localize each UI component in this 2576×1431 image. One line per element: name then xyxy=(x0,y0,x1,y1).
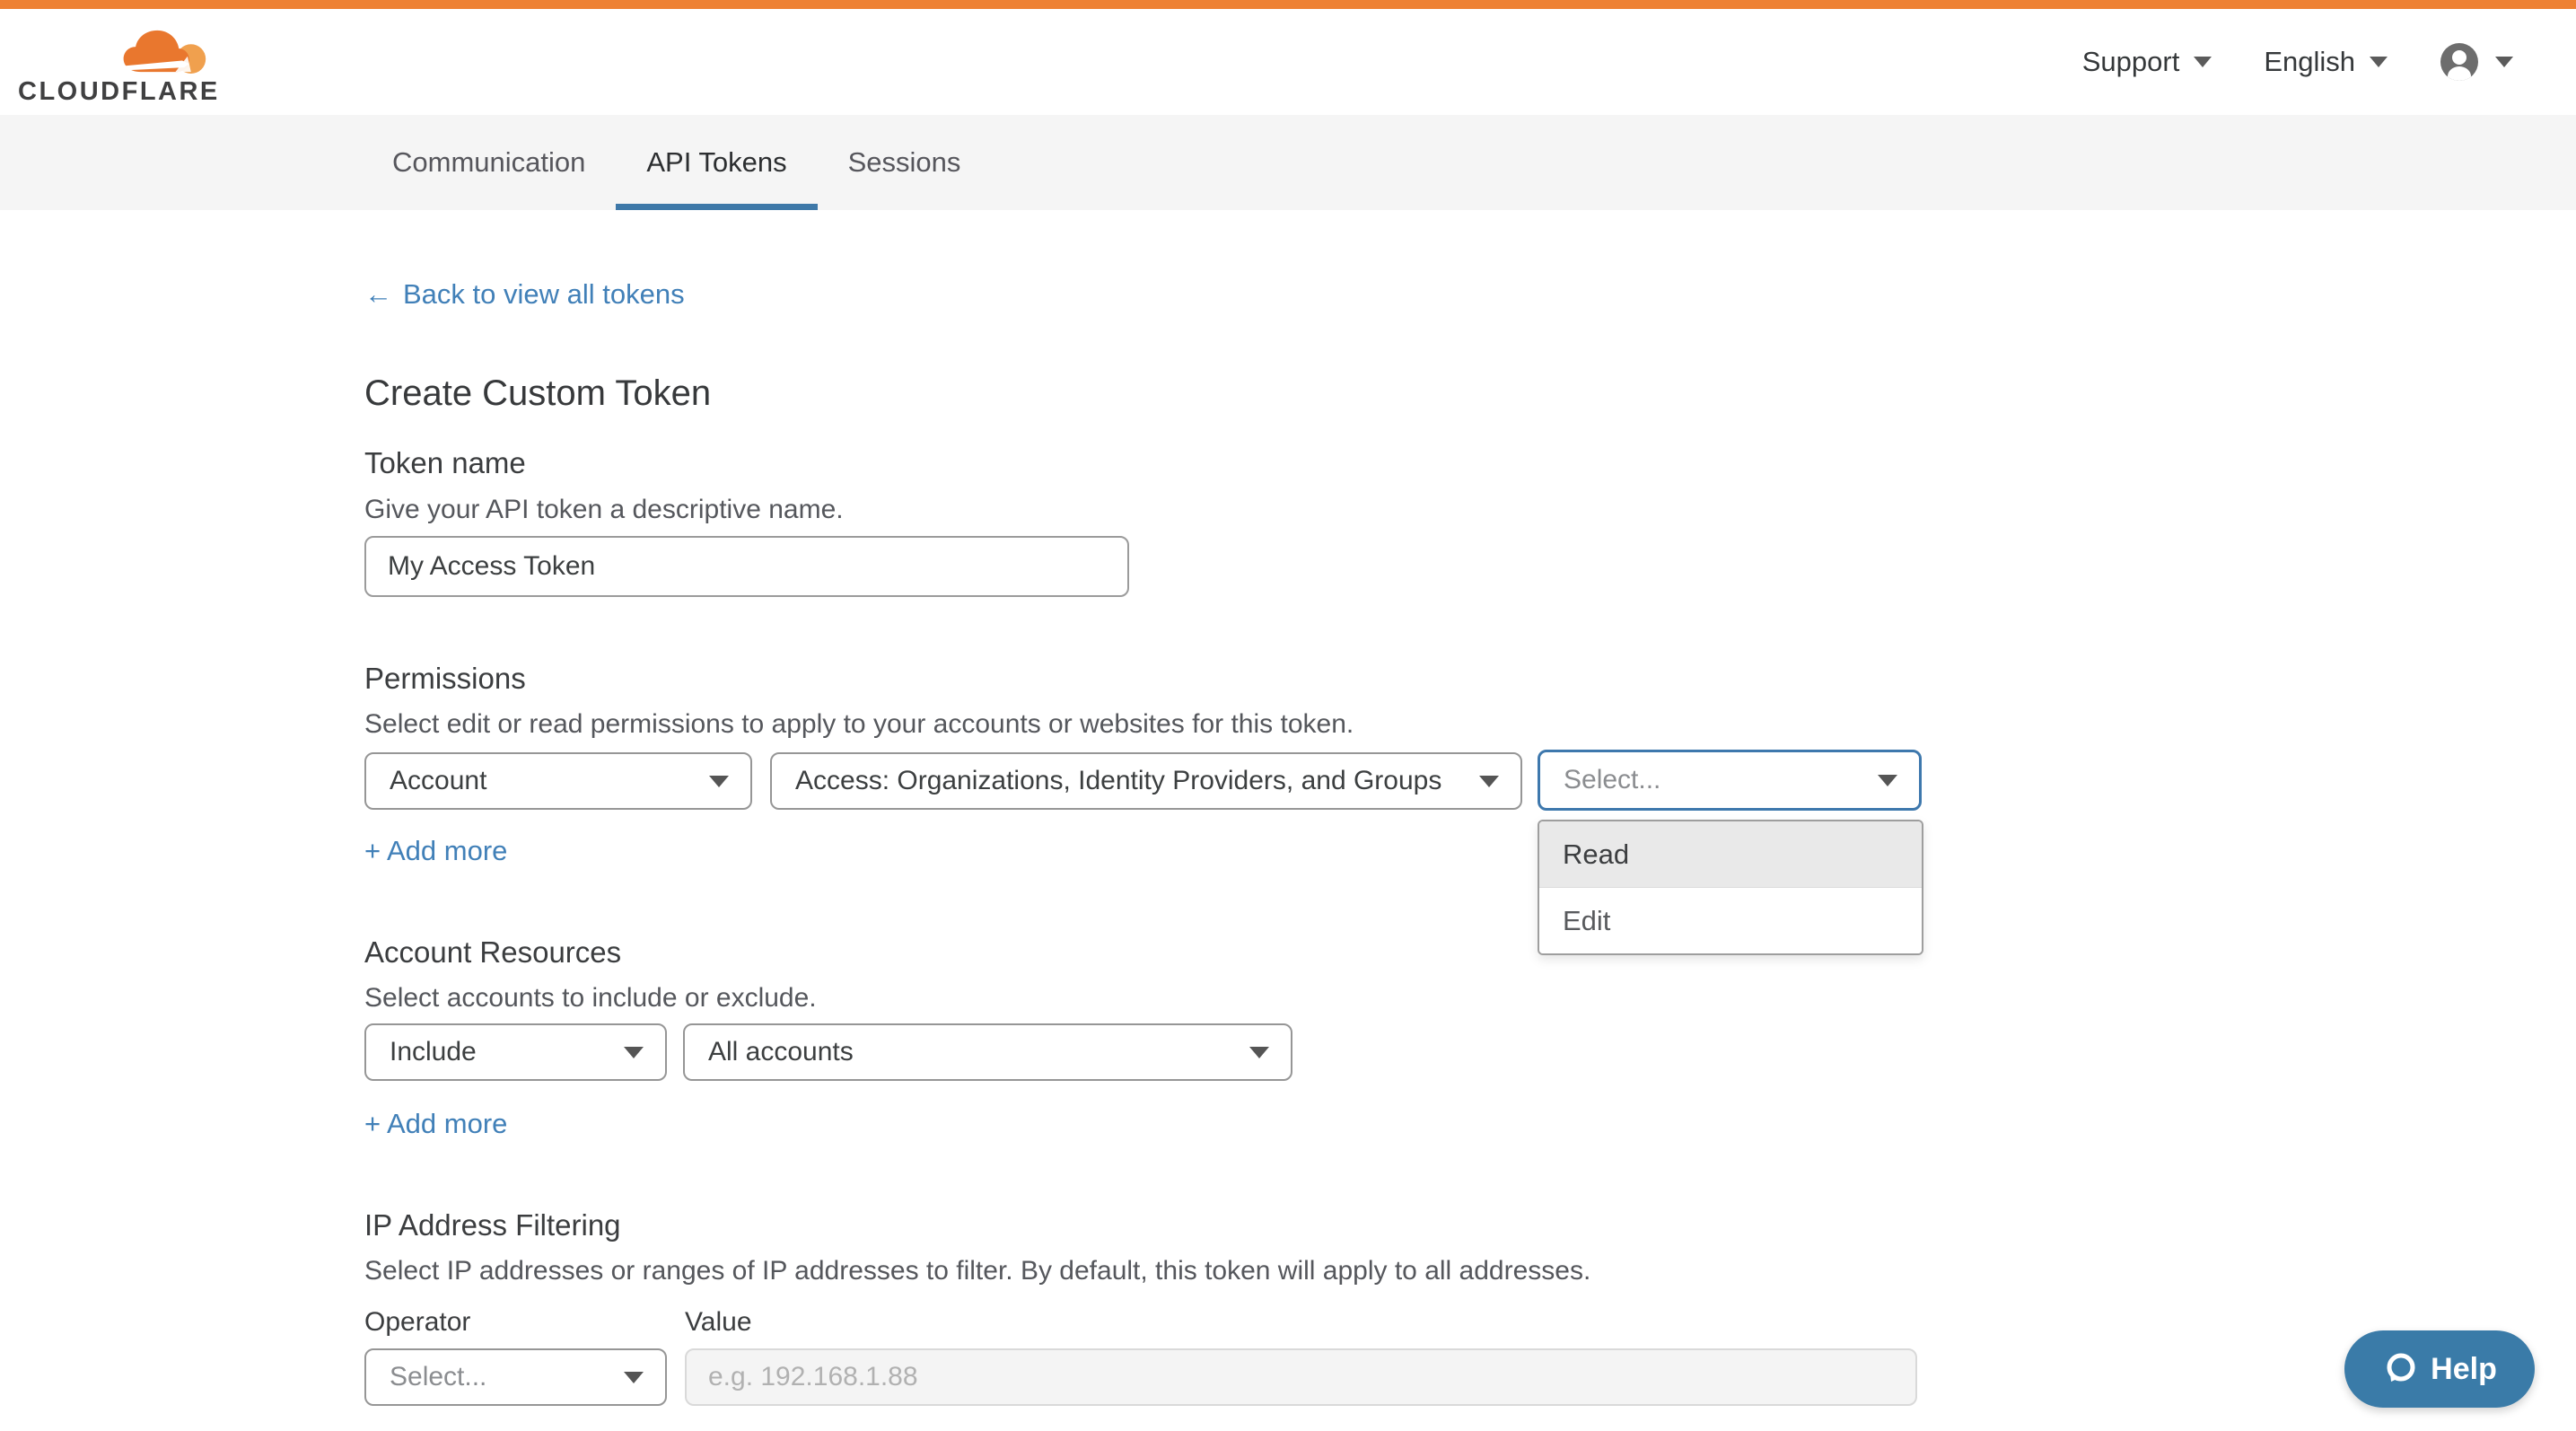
active-tab-indicator xyxy=(616,204,817,210)
permission-level-menu: Read Edit xyxy=(1538,820,1923,955)
permission-level-select[interactable]: Select... xyxy=(1538,750,1922,811)
menu-option-edit[interactable]: Edit xyxy=(1539,888,1922,953)
account-resources-heading: Account Resources xyxy=(364,935,621,970)
account-resources-mode-value: Include xyxy=(390,1037,477,1067)
cloudflare-logo[interactable]: CLOUDFLARE xyxy=(18,27,210,107)
back-link-label: Back to view all tokens xyxy=(403,278,685,311)
permission-scope-value: Account xyxy=(390,766,486,796)
account-resources-mode-select[interactable]: Include xyxy=(364,1023,667,1081)
support-menu[interactable]: Support xyxy=(2082,46,2212,78)
ip-filtering-heading: IP Address Filtering xyxy=(364,1208,621,1242)
chevron-down-icon xyxy=(624,1047,644,1058)
left-arrow-icon: ← xyxy=(364,278,392,311)
chevron-down-icon xyxy=(1479,776,1499,787)
token-name-heading: Token name xyxy=(364,446,526,480)
account-resources-add-more-link[interactable]: + Add more xyxy=(364,1108,507,1140)
permission-resource-value: Access: Organizations, Identity Provider… xyxy=(795,766,1441,796)
account-resources-accounts-value: All accounts xyxy=(708,1037,854,1067)
chevron-down-icon xyxy=(709,776,729,787)
help-button[interactable]: Help xyxy=(2344,1330,2535,1408)
brand-accent-bar xyxy=(0,0,2576,9)
chevron-down-icon xyxy=(1878,775,1897,786)
page-title: Create Custom Token xyxy=(364,373,711,414)
language-menu[interactable]: English xyxy=(2264,46,2388,78)
permission-resource-select[interactable]: Access: Organizations, Identity Provider… xyxy=(770,752,1522,810)
ip-operator-select[interactable]: Select... xyxy=(364,1348,667,1406)
menu-option-read[interactable]: Read xyxy=(1539,821,1922,888)
tab-label: API Tokens xyxy=(646,146,786,179)
user-avatar-icon xyxy=(2440,42,2479,82)
permissions-add-more-link[interactable]: + Add more xyxy=(364,835,507,867)
permissions-heading: Permissions xyxy=(364,662,526,696)
permission-scope-select[interactable]: Account xyxy=(364,752,752,810)
site-header: CLOUDFLARE Support English xyxy=(0,9,2576,115)
chevron-down-icon xyxy=(2194,57,2212,67)
cloudflare-cloud-icon xyxy=(115,27,210,75)
permissions-description: Select edit or read permissions to apply… xyxy=(364,709,1354,740)
token-name-description: Give your API token a descriptive name. xyxy=(364,495,844,525)
value-label: Value xyxy=(685,1307,752,1338)
help-button-label: Help xyxy=(2431,1352,2497,1387)
tab-api-tokens[interactable]: API Tokens xyxy=(616,115,817,210)
account-resources-accounts-select[interactable]: All accounts xyxy=(683,1023,1292,1081)
ip-operator-value: Select... xyxy=(390,1362,486,1392)
account-menu[interactable] xyxy=(2440,42,2513,82)
permission-level-value: Select... xyxy=(1564,765,1660,795)
chevron-down-icon xyxy=(624,1372,644,1383)
profile-tab-bar: Communication API Tokens Sessions xyxy=(0,115,2576,210)
tab-label: Communication xyxy=(392,146,585,179)
main-content: ← Back to view all tokens Create Custom … xyxy=(0,210,2576,1431)
chat-bubble-icon xyxy=(2382,1351,2418,1387)
tab-label: Sessions xyxy=(848,146,961,179)
logo-wordmark: CLOUDFLARE xyxy=(18,77,210,107)
back-to-tokens-link[interactable]: ← Back to view all tokens xyxy=(364,278,685,311)
language-label: English xyxy=(2264,46,2355,78)
account-resources-description: Select accounts to include or exclude. xyxy=(364,983,817,1014)
tab-sessions[interactable]: Sessions xyxy=(818,115,992,210)
ip-filtering-description: Select IP addresses or ranges of IP addr… xyxy=(364,1256,1590,1286)
operator-label: Operator xyxy=(364,1307,470,1338)
token-name-input[interactable] xyxy=(364,536,1129,597)
support-label: Support xyxy=(2082,46,2180,78)
chevron-down-icon xyxy=(2495,57,2513,67)
chevron-down-icon xyxy=(1249,1047,1269,1058)
ip-value-input[interactable] xyxy=(685,1348,1917,1406)
tab-communication[interactable]: Communication xyxy=(362,115,616,210)
chevron-down-icon xyxy=(2370,57,2388,67)
